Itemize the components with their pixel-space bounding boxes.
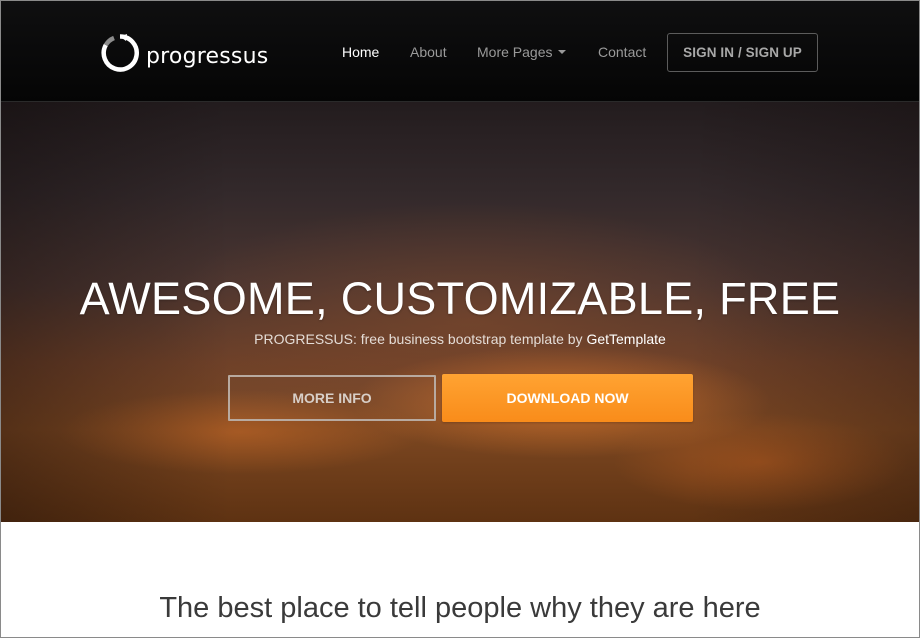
nav-link-more-pages-label: More Pages xyxy=(477,44,553,60)
brand-name: progressus xyxy=(146,43,269,69)
hero-subtitle-text: PROGRESSUS: free business bootstrap temp… xyxy=(254,331,583,347)
nav-link-contact[interactable]: Contact xyxy=(598,44,646,60)
gettemplate-link[interactable]: GetTemplate xyxy=(586,331,665,347)
circular-arrow-logo-icon xyxy=(101,34,139,72)
hero-subtitle: PROGRESSUS: free business bootstrap temp… xyxy=(1,330,919,348)
top-navbar: progressus Home About More Pages Contact… xyxy=(1,1,919,102)
brand-link[interactable]: progressus xyxy=(100,32,268,74)
download-now-button[interactable]: DOWNLOAD NOW xyxy=(442,374,693,422)
sign-in-sign-up-button[interactable]: SIGN IN / SIGN UP xyxy=(667,33,818,72)
more-info-button[interactable]: MORE INFO xyxy=(228,375,436,421)
nav-link-home[interactable]: Home xyxy=(342,44,379,60)
hero-title: AWESOME, CUSTOMIZABLE, FREE xyxy=(79,273,841,324)
hero-banner: AWESOME, CUSTOMIZABLE, FREE PROGRESSUS: … xyxy=(1,102,919,522)
section-heading: The best place to tell people why they a… xyxy=(159,592,761,624)
caret-down-icon xyxy=(558,50,567,55)
nav-link-about[interactable]: About xyxy=(410,44,447,60)
nav-link-more-pages[interactable]: More Pages xyxy=(477,44,567,60)
